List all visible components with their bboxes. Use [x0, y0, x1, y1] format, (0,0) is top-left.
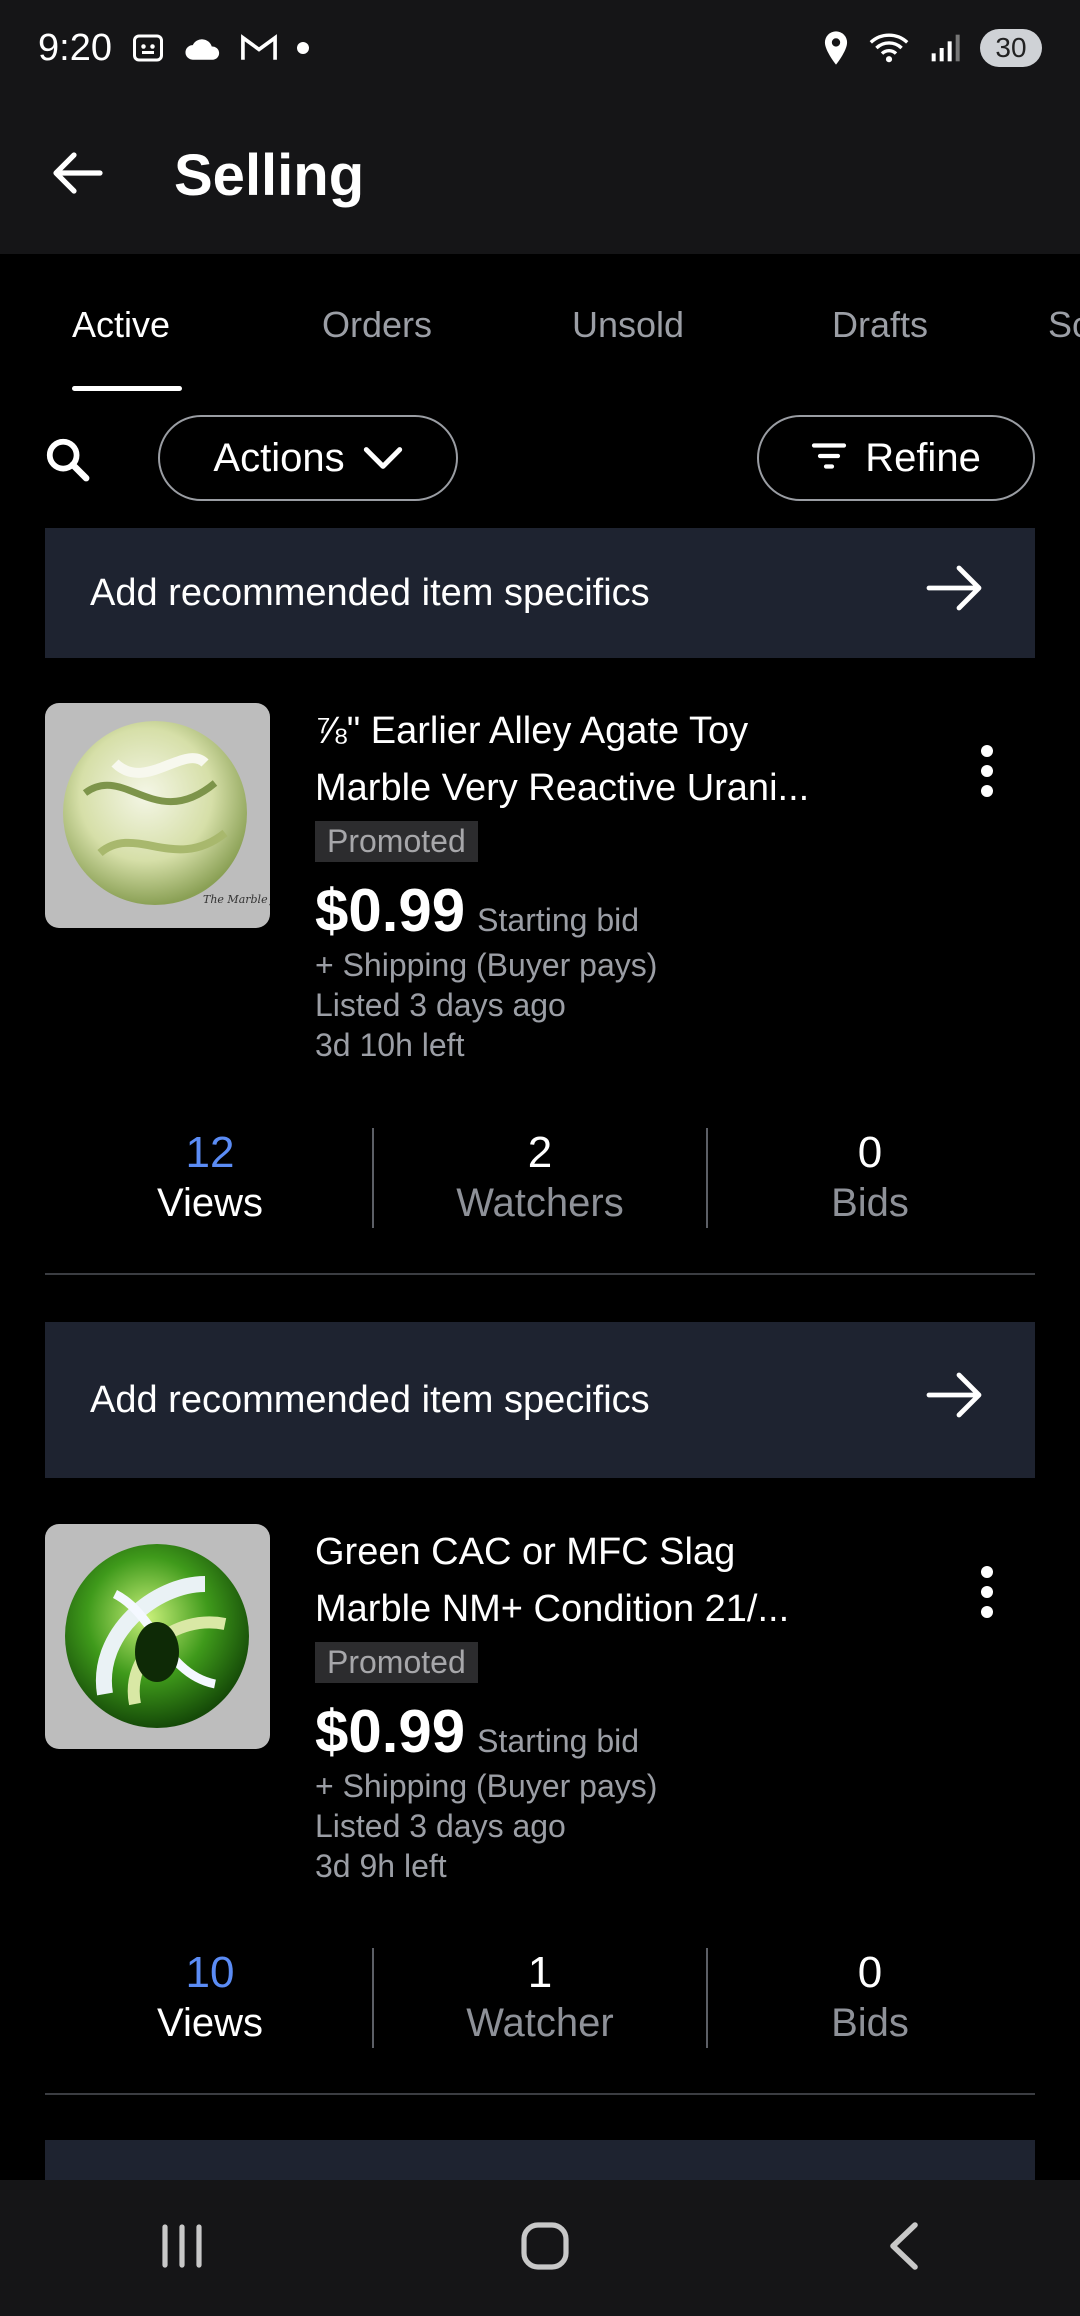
- screenshot-icon: [130, 30, 166, 66]
- views-count: 12: [185, 1128, 235, 1177]
- listing-title-line1: ⅞" Earlier Alley Agate Toy: [315, 710, 749, 752]
- status-time: 9:20: [38, 26, 112, 69]
- gmail-icon: [240, 33, 278, 63]
- tab-bar: Active Orders Unsold Drafts Sc: [0, 254, 1080, 394]
- bids-count: 0: [857, 1128, 883, 1177]
- listing-info: ⅞" Earlier Alley Agate Toy Marble Very R…: [315, 703, 915, 1065]
- shipping-text: + Shipping (Buyer pays): [315, 1768, 658, 1804]
- listing-card[interactable]: Green CAC or MFC Slag Marble NM+ Conditi…: [45, 1524, 1035, 1914]
- tab-unsold[interactable]: Unsold: [572, 304, 684, 346]
- system-nav-bar: [0, 2180, 1080, 2316]
- more-options-icon[interactable]: [979, 743, 995, 804]
- bids-label: Bids: [831, 2001, 909, 2045]
- tab-active[interactable]: Active: [72, 304, 170, 346]
- listing-card[interactable]: The Marble Junkie ⅞" Earlier Alley Agate…: [45, 703, 1035, 1093]
- bids-stat[interactable]: 0 Bids: [705, 1128, 1035, 1228]
- bids-count: 0: [857, 1948, 883, 1997]
- listing-title-line1: Green CAC or MFC Slag: [315, 1531, 736, 1573]
- refine-button[interactable]: Refine: [757, 415, 1035, 501]
- listing-toolbar: Actions Refine: [0, 410, 1080, 510]
- arrow-right-icon: [925, 563, 985, 623]
- more-options-icon[interactable]: [979, 1564, 995, 1625]
- watchers-count: 1: [527, 1948, 553, 1997]
- promoted-badge: Promoted: [315, 1642, 478, 1683]
- banner-text: Add recommended item specifics: [90, 1378, 650, 1421]
- tab-orders[interactable]: Orders: [322, 304, 432, 346]
- cloud-icon: [184, 33, 222, 63]
- views-stat[interactable]: 10 Views: [45, 1948, 375, 2048]
- dot-icon: [296, 41, 310, 55]
- bid-type: Starting bid: [477, 902, 640, 938]
- listing-info: Green CAC or MFC Slag Marble NM+ Conditi…: [315, 1524, 915, 1886]
- refine-label: Refine: [865, 435, 981, 480]
- views-stat[interactable]: 12 Views: [45, 1128, 375, 1228]
- recommended-specifics-banner[interactable]: [45, 2140, 1035, 2180]
- views-count: 10: [185, 1948, 235, 1997]
- search-icon[interactable]: [44, 436, 90, 487]
- chevron-down-icon: [363, 436, 403, 481]
- shipping-text: + Shipping (Buyer pays): [315, 947, 658, 983]
- listing-price: $0.99: [315, 1698, 466, 1765]
- battery-indicator: 30: [980, 29, 1042, 67]
- stat-divider: [706, 1948, 708, 2048]
- app-bar: Selling: [0, 96, 1080, 254]
- time-left: 3d 9h left: [315, 1848, 447, 1884]
- listing-price: $0.99: [315, 877, 466, 944]
- recent-apps-icon[interactable]: [157, 2223, 207, 2274]
- filter-icon: [811, 436, 847, 481]
- home-icon[interactable]: [520, 2221, 570, 2276]
- back-icon[interactable]: [883, 2221, 923, 2276]
- listing-title-line2: Marble Very Reactive Urani...: [315, 767, 810, 809]
- actions-button[interactable]: Actions: [158, 415, 458, 501]
- views-label: Views: [157, 1181, 263, 1225]
- recommended-specifics-banner[interactable]: Add recommended item specifics: [45, 1322, 1035, 1478]
- signal-icon: [928, 32, 962, 64]
- listing-thumbnail[interactable]: [45, 1524, 270, 1749]
- listing-divider: [45, 1273, 1035, 1275]
- watchers-label: Watchers: [456, 1181, 624, 1225]
- stat-divider: [372, 1948, 374, 2048]
- back-arrow-icon[interactable]: [52, 151, 104, 200]
- listing-stats: 12 Views 2 Watchers 0 Bids: [45, 1128, 1035, 1228]
- listing-divider: [45, 2093, 1035, 2095]
- recommended-specifics-banner[interactable]: Add recommended item specifics: [45, 528, 1035, 658]
- tab-scheduled[interactable]: Sc: [1048, 304, 1080, 346]
- listed-date: Listed 3 days ago: [315, 1808, 566, 1844]
- page-title: Selling: [174, 142, 365, 208]
- listing-stats: 10 Views 1 Watcher 0 Bids: [45, 1948, 1035, 2048]
- bid-type: Starting bid: [477, 1723, 640, 1759]
- stat-divider: [706, 1128, 708, 1228]
- time-left: 3d 10h left: [315, 1027, 465, 1063]
- location-icon: [822, 30, 850, 66]
- watchers-label: Watcher: [466, 2001, 614, 2045]
- thumb-caption: The Marble Junkie: [203, 893, 270, 906]
- bids-label: Bids: [831, 1181, 909, 1225]
- promoted-badge: Promoted: [315, 821, 478, 862]
- actions-label: Actions: [213, 435, 345, 480]
- active-tab-indicator: [72, 386, 182, 391]
- listing-thumbnail[interactable]: The Marble Junkie: [45, 703, 270, 928]
- tab-drafts[interactable]: Drafts: [832, 304, 928, 346]
- listed-date: Listed 3 days ago: [315, 987, 566, 1023]
- wifi-icon: [868, 31, 910, 65]
- listing-title-line2: Marble NM+ Condition 21/...: [315, 1588, 790, 1630]
- views-label: Views: [157, 2001, 263, 2045]
- banner-text: Add recommended item specifics: [90, 571, 650, 614]
- watchers-stat[interactable]: 2 Watchers: [375, 1128, 705, 1228]
- arrow-right-icon: [925, 1370, 985, 1430]
- bids-stat[interactable]: 0 Bids: [705, 1948, 1035, 2048]
- status-bar: 9:20 30: [0, 0, 1080, 96]
- watchers-stat[interactable]: 1 Watcher: [375, 1948, 705, 2048]
- stat-divider: [372, 1128, 374, 1228]
- watchers-count: 2: [527, 1128, 553, 1177]
